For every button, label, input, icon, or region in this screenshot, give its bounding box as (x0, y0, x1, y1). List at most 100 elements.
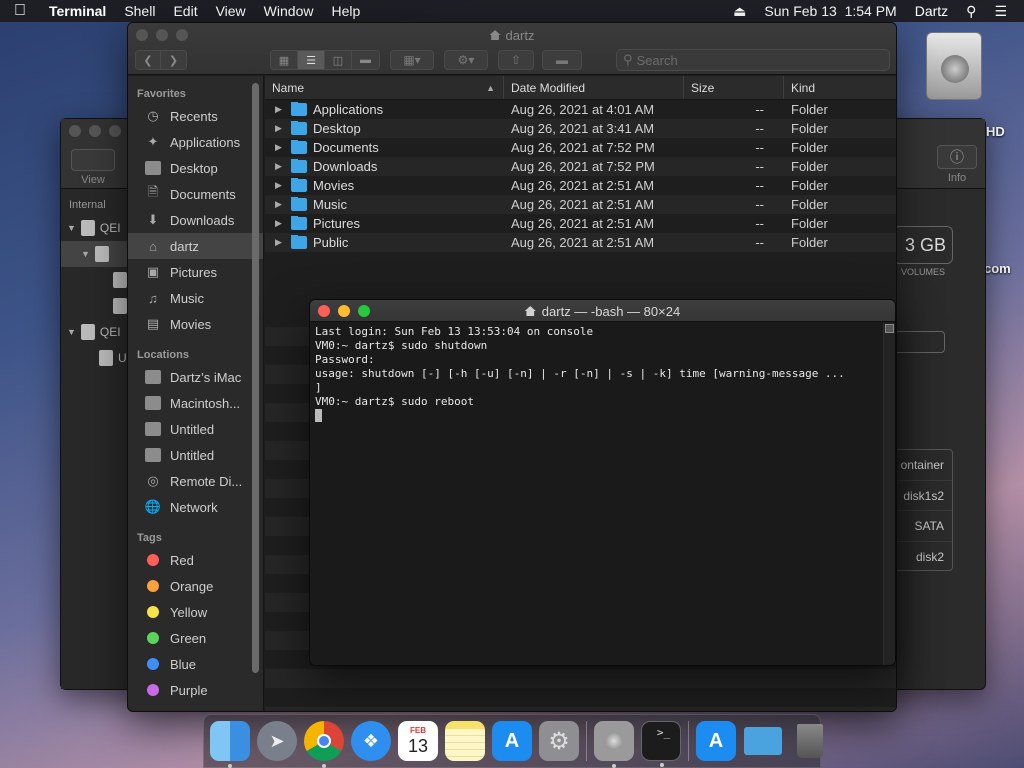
volume-row[interactable] (61, 267, 131, 293)
folder-icon[interactable] (743, 721, 783, 761)
sidebar-item-macintosh-hd[interactable]: Macintosh... (128, 390, 263, 416)
icon-view-icon[interactable]: ▦ (271, 51, 298, 69)
rocket-icon[interactable]: ➤ (257, 721, 297, 761)
file-name-cell: ▶ Downloads (265, 159, 504, 174)
sidebar-item-untitled[interactable]: Untitled (128, 442, 263, 468)
terminal-window[interactable]: dartz — -bash — 80×24 Last login: Sun Fe… (309, 299, 896, 666)
sidebar-tag-green[interactable]: Green (128, 625, 263, 651)
menu-help[interactable]: Help (322, 3, 369, 19)
terminal-icon[interactable]: >_ (641, 721, 681, 767)
sidebar-tag-yellow[interactable]: Yellow (128, 599, 263, 625)
sidebar-tag-orange[interactable]: Orange (128, 573, 263, 599)
back-button[interactable]: ❮ (136, 51, 162, 69)
file-row-pictures[interactable]: ▶ Pictures Aug 26, 2021 at 2:51 AM -- Folder (265, 214, 896, 233)
disclosure-triangle-icon[interactable]: ▶ (275, 218, 285, 229)
file-row-music[interactable]: ▶ Music Aug 26, 2021 at 2:51 AM -- Folder (265, 195, 896, 214)
menubar-user[interactable]: Dartz (906, 3, 957, 19)
disclosure-triangle-icon[interactable]: ▶ (275, 161, 285, 172)
desktop-hard-drive-icon[interactable] (922, 32, 986, 112)
sidebar-scrollbar[interactable] (252, 83, 259, 673)
notification-center-icon[interactable]: ☰ (985, 3, 1016, 20)
gallery-view-icon[interactable]: ▬ (352, 51, 379, 69)
action-button[interactable]: ⚙▾ (444, 50, 488, 70)
finder-icon[interactable] (210, 721, 250, 768)
menu-view[interactable]: View (207, 3, 255, 19)
column-header-date[interactable]: Date Modified (504, 76, 684, 99)
desktop-com-label[interactable]: com (984, 261, 1011, 276)
volume-row[interactable]: U (61, 345, 131, 371)
sidebar-item-applications[interactable]: ✦ Applications (128, 129, 263, 155)
minimize-button[interactable] (89, 125, 101, 137)
file-row-applications[interactable]: ▶ Applications Aug 26, 2021 at 4:01 AM -- Fo… (265, 100, 896, 119)
disk-row[interactable]: ▼ QEI (61, 215, 131, 241)
disclosure-triangle-icon[interactable]: ▶ (275, 104, 285, 115)
column-header-name[interactable]: Name ▲ (265, 76, 504, 99)
info-button[interactable]: ⓘ Info (935, 145, 979, 184)
terminal-output[interactable]: Last login: Sun Feb 13 13:53:04 on conso… (310, 323, 883, 665)
calendar-icon[interactable]: FEB 13 (398, 721, 438, 761)
spotlight-icon[interactable]: ⚲ (957, 3, 985, 20)
sidebar-tag-red[interactable]: Red (128, 547, 263, 573)
file-row-desktop[interactable]: ▶ Desktop Aug 26, 2021 at 3:41 AM -- Folder (265, 119, 896, 138)
menu-edit[interactable]: Edit (164, 3, 206, 19)
file-row-downloads[interactable]: ▶ Downloads Aug 26, 2021 at 7:52 PM -- Folde… (265, 157, 896, 176)
volume-row[interactable] (61, 293, 131, 319)
view-mode-segmented-control[interactable]: ▦ ☰ ◫ ▬ (270, 50, 380, 70)
sidebar-item-documents[interactable]: 🗎 Documents (128, 181, 263, 207)
apple-menu-icon[interactable]:  (0, 2, 40, 20)
terminal-scrollbar[interactable] (883, 323, 895, 665)
disk-row[interactable]: ▼ QEI (61, 319, 131, 345)
sidebar-item-desktop[interactable]: Desktop (128, 155, 263, 181)
app-store-icon[interactable]: A (492, 721, 532, 761)
disclosure-triangle-icon[interactable]: ▶ (275, 237, 285, 248)
compass-icon[interactable]: ❖ (351, 721, 391, 761)
disclosure-triangle-icon[interactable]: ▶ (275, 199, 285, 210)
sidebar-item-dartz[interactable]: ⌂ dartz (128, 233, 263, 259)
sidebar-item-untitled[interactable]: Untitled (128, 416, 263, 442)
sidebar-item-recents[interactable]: ◷ Recents (128, 103, 263, 129)
file-row-public[interactable]: ▶ Public Aug 26, 2021 at 2:51 AM -- Folder (265, 233, 896, 252)
sidebar-item-downloads[interactable]: ⬇ Downloads (128, 207, 263, 233)
view-button[interactable]: View (69, 149, 117, 186)
sidebar-tag-blue[interactable]: Blue (128, 651, 263, 677)
notes-icon[interactable] (445, 721, 485, 761)
disclosure-triangle-icon[interactable]: ▶ (275, 142, 285, 153)
trash-icon[interactable] (790, 721, 830, 761)
disclosure-triangle-icon[interactable]: ▶ (275, 180, 285, 191)
sidebar-item-remote-disc[interactable]: ◎ Remote Di... (128, 468, 263, 494)
chrome-icon[interactable] (304, 721, 344, 768)
container-row[interactable]: ▼ (61, 241, 131, 267)
file-row-movies[interactable]: ▶ Movies Aug 26, 2021 at 2:51 AM -- Folder (265, 176, 896, 195)
menu-app-name[interactable]: Terminal (40, 3, 115, 19)
tags-button[interactable]: ▬ (542, 50, 582, 70)
sidebar-item-pictures[interactable]: ▣ Pictures (128, 259, 263, 285)
group-by-button[interactable]: ▦▾ (390, 50, 434, 70)
app-store-icon[interactable]: A (696, 721, 736, 761)
disk-utility-window-controls[interactable] (69, 125, 121, 137)
column-view-icon[interactable]: ◫ (325, 51, 352, 69)
sidebar-item-music[interactable]: ♫ Music (128, 285, 263, 311)
forward-button[interactable]: ❯ (161, 51, 186, 69)
disclosure-triangle-icon[interactable]: ▶ (275, 123, 285, 134)
sidebar-tag-purple[interactable]: Purple (128, 677, 263, 703)
menu-window[interactable]: Window (255, 3, 323, 19)
column-header-kind[interactable]: Kind (784, 76, 896, 99)
eject-icon[interactable]: ⏏ (724, 3, 755, 20)
disk-utility-icon[interactable] (594, 721, 634, 768)
gear-icon[interactable]: ⚙ (539, 721, 579, 761)
list-view-icon[interactable]: ☰ (298, 51, 325, 69)
sidebar-item-movies[interactable]: ▤ Movies (128, 311, 263, 337)
column-header-size[interactable]: Size (684, 76, 784, 99)
close-button[interactable] (69, 125, 81, 137)
sidebar-item-imac[interactable]: Dartz’s iMac (128, 364, 263, 390)
sidebar-item-network[interactable]: 🌐 Network (128, 494, 263, 520)
desktop-hd-label[interactable]: HD (986, 124, 1005, 139)
file-row-documents[interactable]: ▶ Documents Aug 26, 2021 at 7:52 PM -- Folde… (265, 138, 896, 157)
menu-shell[interactable]: Shell (115, 3, 164, 19)
back-forward-buttons[interactable]: ❮ ❯ (135, 50, 187, 70)
menubar-clock[interactable]: Sun Feb 13 1:54 PM (755, 3, 905, 19)
share-button[interactable]: ⇧ (498, 50, 534, 70)
search-field[interactable]: ⚲ Search (616, 49, 890, 71)
zoom-button[interactable] (109, 125, 121, 137)
terminal-prompt-line[interactable] (315, 409, 883, 423)
